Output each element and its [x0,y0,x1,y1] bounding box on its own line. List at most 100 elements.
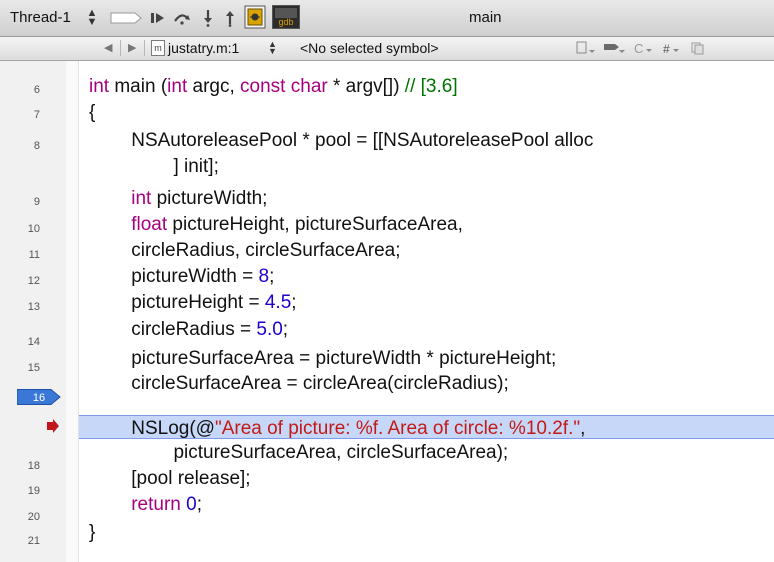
breakpoints-menu-icon[interactable] [603,41,627,55]
code-token-kw: return [131,494,181,515]
code-token: ; [282,319,289,340]
code-token: ; [196,494,203,515]
svg-text:16: 16 [33,392,45,404]
code-token-num: 8 [258,266,270,287]
code-token: pictureSurfaceArea, circleSurfaceArea); [89,442,509,463]
code-token-kw: int [167,76,188,97]
thread-popup-arrows-icon[interactable]: ▲ ▼ [86,8,98,28]
file-popup-arrows-icon[interactable]: ▲ ▼ [268,40,277,56]
current-function-label: main [469,9,502,26]
code-line[interactable]: circleSurfaceArea = circleArea(circleRad… [89,372,509,396]
code-token-num: 5.0 [256,319,283,340]
step-out-icon[interactable] [220,8,240,28]
class-hierarchy-menu-icon[interactable]: C [633,41,657,55]
svg-text:gdb: gdb [278,17,293,27]
file-popup[interactable]: m justatry.m:1 [151,40,239,56]
code-token-kw: int [89,76,110,97]
code-line[interactable]: [pool release]; [89,467,251,491]
nav-back-icon[interactable]: ◀ [104,41,112,54]
code-line[interactable]: circleRadius = 5.0; [89,318,288,342]
code-line[interactable]: { [89,101,95,125]
code-line[interactable]: int main (int argc, const char * argv[])… [89,75,458,99]
line-number: 20 [27,511,40,523]
continue-icon[interactable] [148,8,168,28]
file-popup-label: justatry.m:1 [168,40,240,56]
code-token: pictureSurfaceArea = pictureWidth * pict… [89,348,557,369]
code-line[interactable]: NSLog(@"Area of picture: %f. Area of cir… [89,417,585,441]
code-line[interactable]: pictureWidth = 8; [89,265,274,289]
nav-divider [144,40,145,56]
code-token: main ( [109,76,168,97]
line-number: 11 [28,249,40,261]
code-token: circleRadius = [89,319,257,340]
bookmarks-menu-icon[interactable] [575,41,597,55]
code-line[interactable]: pictureSurfaceArea = pictureWidth * pict… [89,347,556,371]
code-token: [pool release]; [89,468,251,489]
code-line[interactable]: NSAutoreleasePool * pool = [[NSAutorelea… [89,129,593,153]
code-token: argc, [187,76,241,97]
code-token-kw: char [290,76,328,97]
editor-navigation-bar: ◀ ▶ m justatry.m:1 ▲ ▼ <No selected symbo… [0,37,774,61]
code-token-str: "Area of picture: %f. Area of circle: %1… [214,418,581,439]
code-token: } [89,522,96,543]
code-token: ; [269,266,275,287]
program-counter-arrow-icon [46,419,60,438]
counterpart-icon[interactable] [690,41,706,55]
gdb-console-icon[interactable]: gdb [272,5,300,29]
line-number: 21 [27,535,40,547]
code-line[interactable]: } [89,521,95,545]
line-number: 10 [27,223,40,235]
code-line[interactable]: float pictureHeight, pictureSurfaceArea, [89,213,463,237]
svg-text:C: C [634,41,643,55]
code-line[interactable]: ] init]; [89,155,219,179]
code-token: NSAutoreleasePool * pool = [[NSAutorelea… [89,130,594,151]
line-number: 15 [27,362,40,374]
code-token: pictureHeight = [89,292,265,313]
thread-popup[interactable]: Thread-1 [10,9,71,26]
line-number: 12 [27,275,40,287]
code-token: { [89,102,96,123]
code-token: pictureWidth; [151,188,268,209]
debugger-window-icon[interactable] [243,5,267,29]
code-line[interactable]: pictureHeight = 4.5; [89,291,296,315]
code-token-kw: float [131,214,168,235]
line-number: 19 [27,485,40,497]
line-number: 13 [27,301,40,313]
breakpoints-toggle-icon[interactable] [108,8,144,28]
code-token: ] init]; [89,156,219,177]
line-number: 7 [33,109,40,121]
line-number: 18 [27,460,40,472]
code-token-kw: const [240,76,286,97]
code-line[interactable]: pictureSurfaceArea, circleSurfaceArea); [89,441,508,465]
code-line[interactable]: int pictureWidth; [89,187,267,211]
code-token-cm: // [3.6] [404,76,458,97]
code-token: pictureHeight, pictureSurfaceArea, [167,214,463,235]
include-menu-icon[interactable]: # [662,41,686,55]
code-token-num: 4.5 [264,292,292,313]
breakpoint-marker[interactable]: 16 [16,389,61,405]
symbol-popup[interactable]: <No selected symbol> [300,40,439,56]
code-token: , [580,418,586,439]
objc-file-icon: m [151,40,165,56]
step-into-icon[interactable] [198,8,218,28]
nav-forward-icon[interactable]: ▶ [128,41,136,54]
svg-text:#: # [663,42,670,55]
code-token: NSLog(@ [89,418,215,439]
line-number: 9 [33,196,40,208]
line-number-gutter[interactable]: 6 7 8 9 10 11 12 13 14 15 18 19 20 21 [0,61,67,562]
line-number: 6 [33,84,40,96]
code-token: pictureWidth = [89,266,259,287]
code-token: circleRadius, circleSurfaceArea; [89,240,401,261]
code-folding-ribbon[interactable] [66,61,79,562]
code-line[interactable]: circleRadius, circleSurfaceArea; [89,239,401,263]
code-token: * argv[]) [327,76,405,97]
nav-divider [120,40,121,56]
line-number: 8 [33,140,40,152]
code-token-num: 0 [186,494,197,515]
code-editor[interactable]: int main (int argc, const char * argv[])… [79,61,774,562]
code-line[interactable]: return 0; [89,493,202,517]
step-over-icon[interactable] [172,8,192,28]
